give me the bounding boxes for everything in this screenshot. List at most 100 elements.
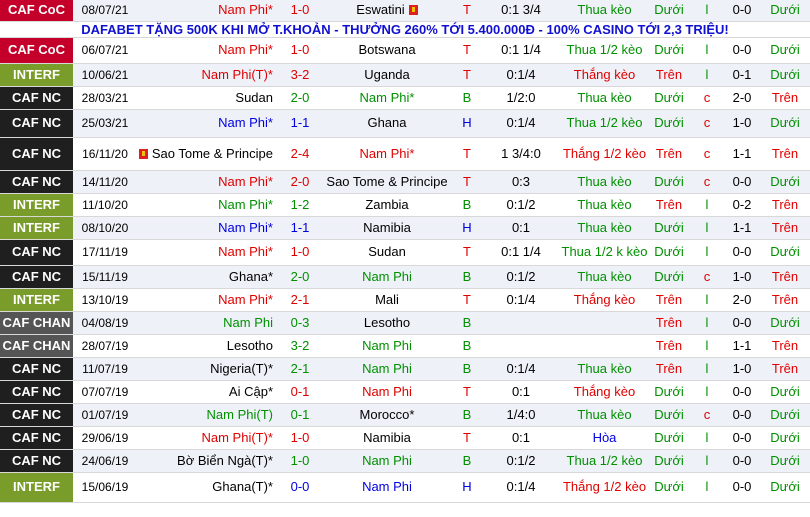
halftime-over-under: Dưới xyxy=(760,311,810,335)
over-under: Dưới xyxy=(648,0,690,22)
score: 1-0 xyxy=(279,0,321,22)
table-row[interactable]: CAF NC 24/06/19 Bờ Biển Ngà(T)* 1-0 Nam Phi B… xyxy=(0,449,810,473)
odd-even: l xyxy=(690,357,724,381)
result: B xyxy=(453,193,481,217)
handicap-result: Thua kèo xyxy=(561,86,648,110)
score: 3-2 xyxy=(279,63,321,87)
table-row[interactable]: CAF CoC 06/07/21 Nam Phi* 1-0 Botswana T 0:1 1… xyxy=(0,37,810,64)
result: B xyxy=(453,311,481,335)
table-row[interactable]: CAF CHAN 28/07/19 Lesotho 3-2 Nam Phi B Trên l 1… xyxy=(0,334,810,358)
table-row[interactable]: CAF NC 29/06/19 Nam Phi(T)* 1-0 Namibia T 0:1 H… xyxy=(0,426,810,450)
away-team-name: Zambia xyxy=(365,196,409,212)
odd-even: c xyxy=(690,137,724,171)
over-under: Trên xyxy=(648,193,690,217)
over-under: Dưới xyxy=(648,403,690,427)
table-row[interactable]: INTERF 08/10/20 Nam Phi* 1-1 Namibia H 0:1 Thua… xyxy=(0,216,810,240)
home-team: Nam Phi* xyxy=(137,37,279,64)
score: 0-3 xyxy=(279,311,321,335)
away-team: Namibia xyxy=(321,426,453,450)
match-date: 15/06/19 xyxy=(73,472,137,503)
halftime-score: 1-0 xyxy=(724,109,760,138)
handicap: 0:1/2 xyxy=(481,265,561,289)
odd-even: l xyxy=(690,426,724,450)
away-team-name: Mali xyxy=(375,291,399,307)
match-date: 08/07/21 xyxy=(73,0,137,22)
score: 2-4 xyxy=(279,137,321,171)
odd-even: l xyxy=(690,37,724,64)
odd-even: l xyxy=(690,288,724,312)
halftime-score: 1-0 xyxy=(724,265,760,289)
home-team-name: Nam Phi* xyxy=(218,219,273,235)
league-badge: CAF CoC xyxy=(0,0,73,22)
table-row[interactable]: INTERF 10/06/21 Nam Phi(T)* 3-2 Uganda T 0:1/4… xyxy=(0,63,810,87)
halftime-score: 0-0 xyxy=(724,403,760,427)
handicap: 0:1 xyxy=(481,380,561,404)
table-row[interactable]: INTERF 15/06/19 Ghana(T)* 0-0 Nam Phi H 0:1/4 T… xyxy=(0,472,810,503)
halftime-over-under: Trên xyxy=(760,137,810,171)
league-badge: CAF NC xyxy=(0,357,73,381)
result: T xyxy=(453,288,481,312)
away-team: Nam Phi xyxy=(321,357,453,381)
table-row[interactable]: CAF NC 16/11/20 Sao Tome & Principe 2-4 Nam … xyxy=(0,137,810,171)
halftime-score: 0-1 xyxy=(724,63,760,87)
home-team: Nam Phi* xyxy=(137,239,279,266)
odd-even: c xyxy=(690,265,724,289)
table-row[interactable]: CAF NC 17/11/19 Nam Phi* 1-0 Sudan T 0:1 1/4 Th… xyxy=(0,239,810,266)
score: 2-0 xyxy=(279,86,321,110)
score: 3-2 xyxy=(279,334,321,358)
result: T xyxy=(453,137,481,171)
home-team: Nam Phi* xyxy=(137,193,279,217)
ad-banner-text[interactable]: DAFABET TẶNG 500K KHI MỞ T.KHOẢN - THƯỞN… xyxy=(0,21,810,38)
table-row[interactable]: CAF NC 15/11/19 Ghana* 2-0 Nam Phi B 0:1/2 Thua… xyxy=(0,265,810,289)
over-under: Trên xyxy=(648,334,690,358)
ad-banner-row[interactable]: DAFABET TẶNG 500K KHI MỞ T.KHOẢN - THƯỞN… xyxy=(0,21,810,38)
over-under: Dưới xyxy=(648,109,690,138)
table-row[interactable]: CAF NC 11/07/19 Nigeria(T)* 2-1 Nam Phi B 0:1/… xyxy=(0,357,810,381)
home-team-name: Nam Phi* xyxy=(218,2,273,18)
away-team: Sudan xyxy=(321,239,453,266)
handicap: 1/2:0 xyxy=(481,86,561,110)
home-team-name: Sao Tome & Principe xyxy=(151,145,273,161)
result: T xyxy=(453,239,481,266)
halftime-score: 1-1 xyxy=(724,216,760,240)
handicap: 0:1 xyxy=(481,216,561,240)
over-under: Trên xyxy=(648,63,690,87)
table-row[interactable]: CAF NC 01/07/19 Nam Phi(T) 0-1 Morocco* B 1/4:… xyxy=(0,403,810,427)
home-team: Ghana(T)* xyxy=(137,472,279,503)
result: T xyxy=(453,63,481,87)
away-team-name: Nam Phi xyxy=(362,268,412,284)
halftime-score: 0-0 xyxy=(724,239,760,266)
home-team: Nam Phi(T)* xyxy=(137,63,279,87)
table-row[interactable]: CAF NC 14/11/20 Nam Phi* 2-0 Sao Tome & Prin… xyxy=(0,170,810,194)
table-row[interactable]: CAF NC 07/07/19 Ai Cập* 0-1 Nam Phi T 0:1 Thắng… xyxy=(0,380,810,404)
score: 2-0 xyxy=(279,265,321,289)
match-date: 11/10/20 xyxy=(73,193,137,217)
halftime-over-under: Trên xyxy=(760,334,810,358)
table-row[interactable]: CAF NC 25/03/21 Nam Phi* 1-1 Ghana H 0:1/4 Thua… xyxy=(0,109,810,138)
match-date: 07/07/19 xyxy=(73,380,137,404)
handicap xyxy=(481,311,561,335)
away-team: Zambia xyxy=(321,193,453,217)
home-team: Nam Phi(T)* xyxy=(137,426,279,450)
table-row[interactable]: INTERF 11/10/20 Nam Phi* 1-2 Zambia B 0:1/2 Thu… xyxy=(0,193,810,217)
over-under: Trên xyxy=(648,288,690,312)
halftime-over-under: Trên xyxy=(760,357,810,381)
match-date: 28/07/19 xyxy=(73,334,137,358)
home-team-name: Nam Phi xyxy=(223,314,273,330)
results-table: CAF CoC 08/07/21 Nam Phi* 1-0 Eswatini T 0:1 3… xyxy=(0,0,810,503)
table-row[interactable]: INTERF 13/10/19 Nam Phi* 2-1 Mali T 0:1/4 Thắng… xyxy=(0,288,810,312)
table-row[interactable]: CAF CoC 08/07/21 Nam Phi* 1-0 Eswatini T 0:1 3… xyxy=(0,0,810,22)
halftime-over-under: Dưới xyxy=(760,0,810,22)
home-team-name: Nigeria(T)* xyxy=(210,360,273,376)
league-badge: CAF NC xyxy=(0,403,73,427)
over-under: Dưới xyxy=(648,86,690,110)
table-row[interactable]: CAF NC 28/03/21 Sudan 2-0 Nam Phi* B 1/2:0 Thua… xyxy=(0,86,810,110)
away-team: Nam Phi xyxy=(321,265,453,289)
table-row[interactable]: CAF CHAN 04/08/19 Nam Phi 0-3 Lesotho B Trên l 0… xyxy=(0,311,810,335)
handicap: 0:1/2 xyxy=(481,193,561,217)
score: 1-2 xyxy=(279,193,321,217)
result: H xyxy=(453,109,481,138)
match-date: 06/07/21 xyxy=(73,37,137,64)
score: 2-1 xyxy=(279,288,321,312)
league-badge: CAF NC xyxy=(0,380,73,404)
